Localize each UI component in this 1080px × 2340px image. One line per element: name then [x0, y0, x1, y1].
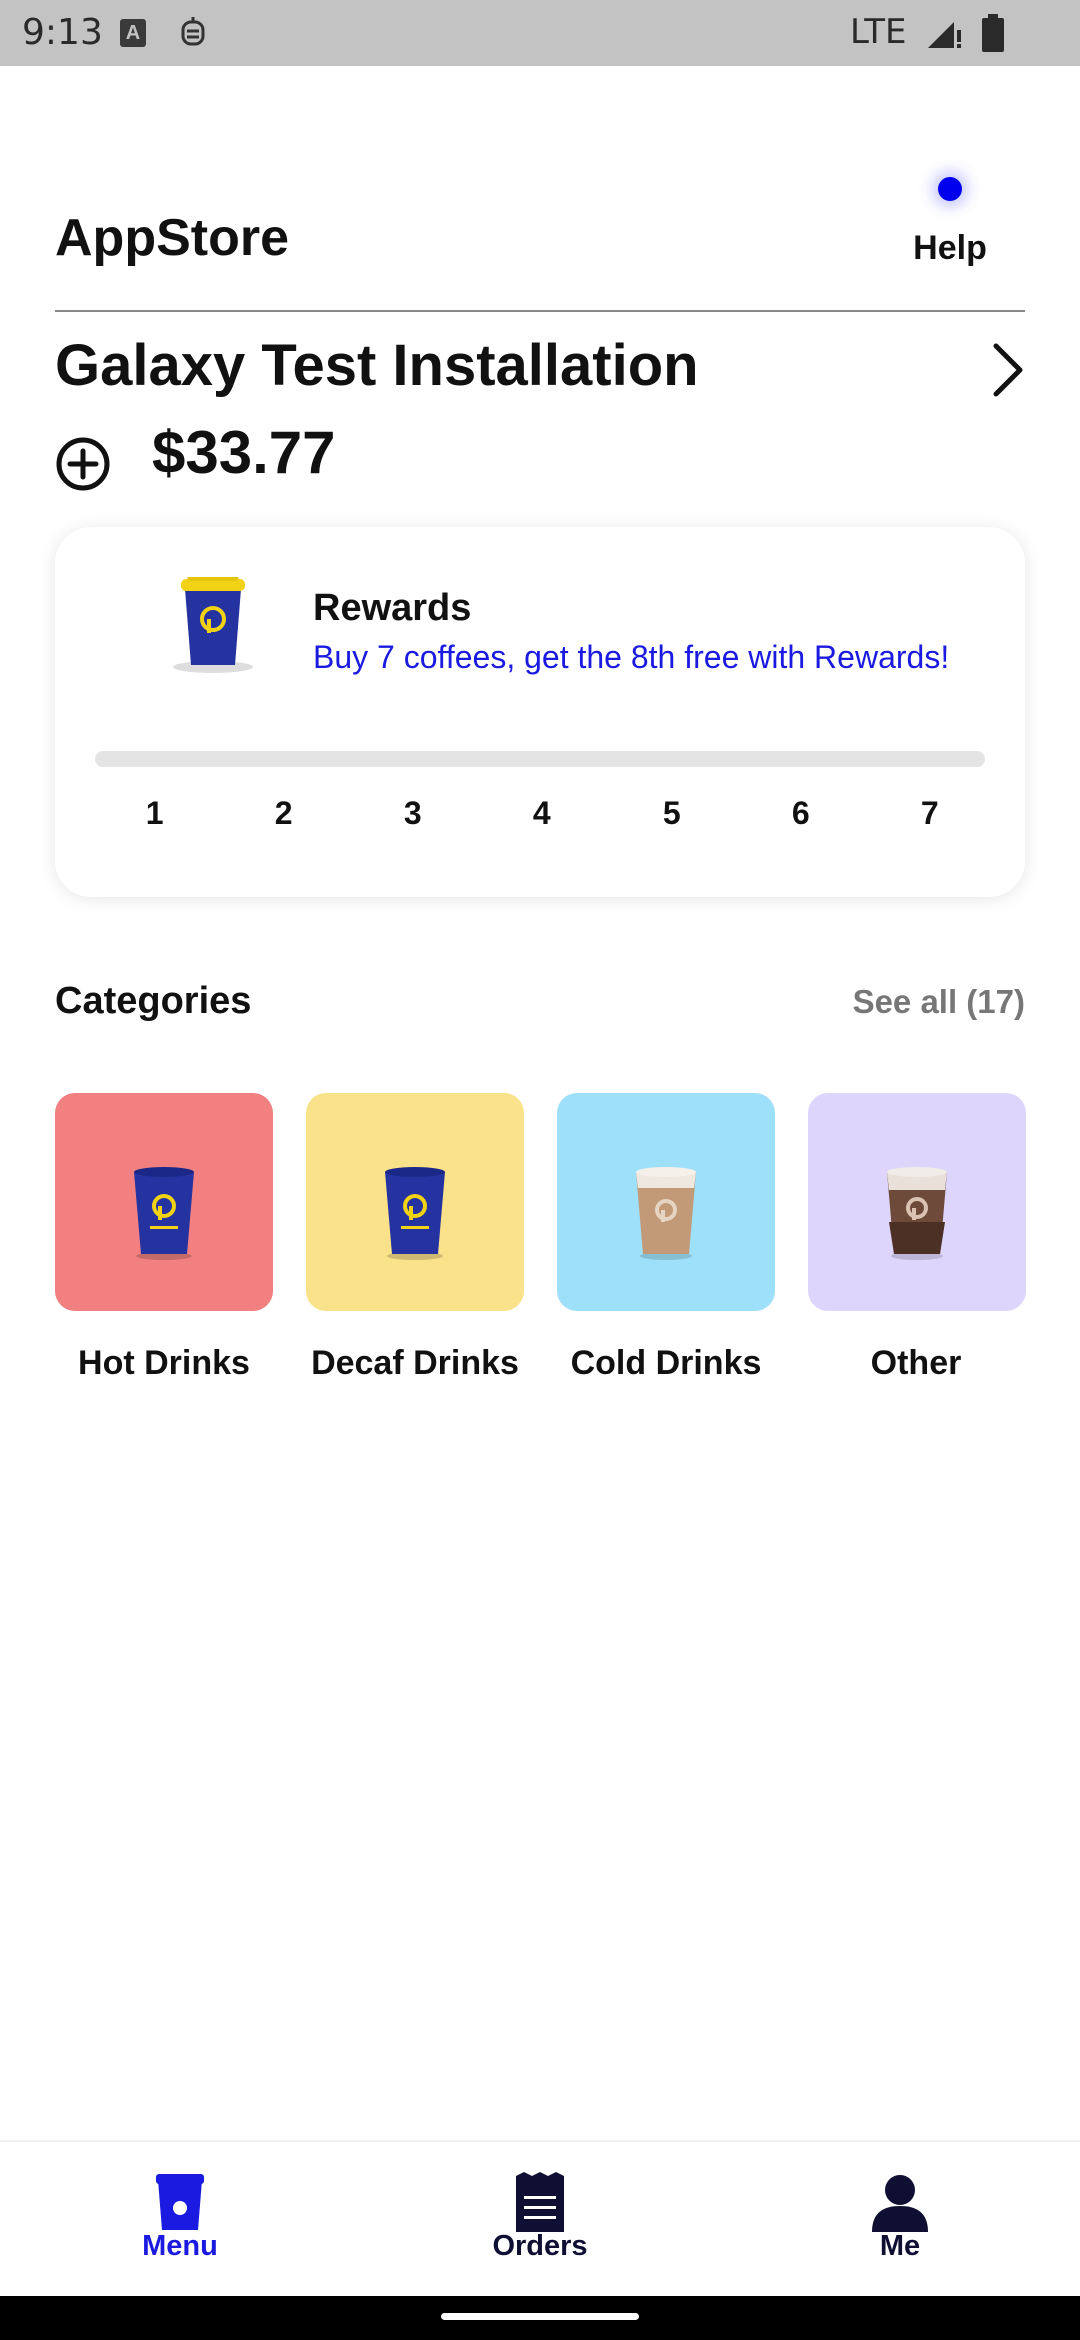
iced-cup-icon: [636, 1167, 696, 1260]
reward-step-1: 1: [145, 795, 164, 831]
status-bar: 9:13 A LTE: [0, 0, 1080, 66]
category-hot-drinks[interactable]: [55, 1093, 273, 1311]
battery-icon: [982, 14, 1004, 52]
category-label: Decaf Drinks: [311, 1344, 519, 1382]
help-label: Help: [913, 229, 987, 267]
category-decaf-drinks[interactable]: [306, 1093, 524, 1311]
see-all-link[interactable]: See all (17): [853, 983, 1025, 1021]
status-time: 9:13: [22, 12, 103, 53]
cup-icon: [156, 2174, 204, 2230]
header-divider: [55, 310, 1025, 312]
reward-step-3: 3: [403, 795, 422, 831]
page-title: AppStore: [55, 209, 289, 267]
category-label: Cold Drinks: [570, 1344, 762, 1382]
person-icon: [872, 2175, 928, 2232]
reward-step-6: 6: [791, 795, 810, 831]
reward-step-2: 2: [274, 795, 293, 831]
bottom-nav: Menu Orders Me: [0, 2140, 1080, 2296]
chevron-right-icon[interactable]: [988, 340, 1028, 400]
iced-mocha-cup-icon: [887, 1167, 947, 1260]
home-gesture-handle[interactable]: [441, 2313, 639, 2320]
network-type: LTE: [850, 12, 907, 52]
reward-step-7: 7: [920, 795, 939, 831]
rewards-progress-bar: [95, 751, 985, 767]
category-cold-drinks[interactable]: [557, 1093, 775, 1311]
accessibility-robot-icon: [181, 17, 205, 46]
system-navigation-bar: [0, 2296, 1080, 2340]
rewards-cup-icon: [173, 577, 253, 673]
nav-label: Me: [879, 2230, 921, 2262]
category-label: Other: [870, 1344, 962, 1382]
rewards-subtitle: Buy 7 coffees, get the 8th free with Rew…: [313, 639, 950, 675]
balance-amount: $33.77: [152, 419, 336, 486]
hot-cup-icon: [385, 1167, 445, 1260]
categories-title: Categories: [55, 980, 252, 1022]
add-funds-icon[interactable]: [55, 436, 111, 492]
nav-menu[interactable]: Menu: [80, 2142, 280, 2298]
help-indicator-dot: [938, 177, 962, 201]
store-name[interactable]: Galaxy Test Installation: [55, 332, 699, 399]
reward-step-4: 4: [532, 795, 551, 831]
category-label: Hot Drinks: [78, 1344, 250, 1382]
nav-label: Orders: [492, 2230, 588, 2262]
signal-icon: [928, 22, 961, 48]
rewards-title: Rewards: [313, 587, 472, 629]
nav-orders[interactable]: Orders: [440, 2142, 640, 2298]
keyboard-a-icon: A: [120, 19, 146, 47]
receipt-icon: [516, 2172, 564, 2232]
reward-step-5: 5: [662, 795, 681, 831]
category-other[interactable]: [808, 1093, 1026, 1311]
nav-label: Menu: [142, 2230, 218, 2262]
nav-me[interactable]: Me: [800, 2142, 1000, 2298]
rewards-card[interactable]: Rewards Buy 7 coffees, get the 8th free …: [55, 527, 1025, 897]
hot-cup-icon: [134, 1167, 194, 1260]
